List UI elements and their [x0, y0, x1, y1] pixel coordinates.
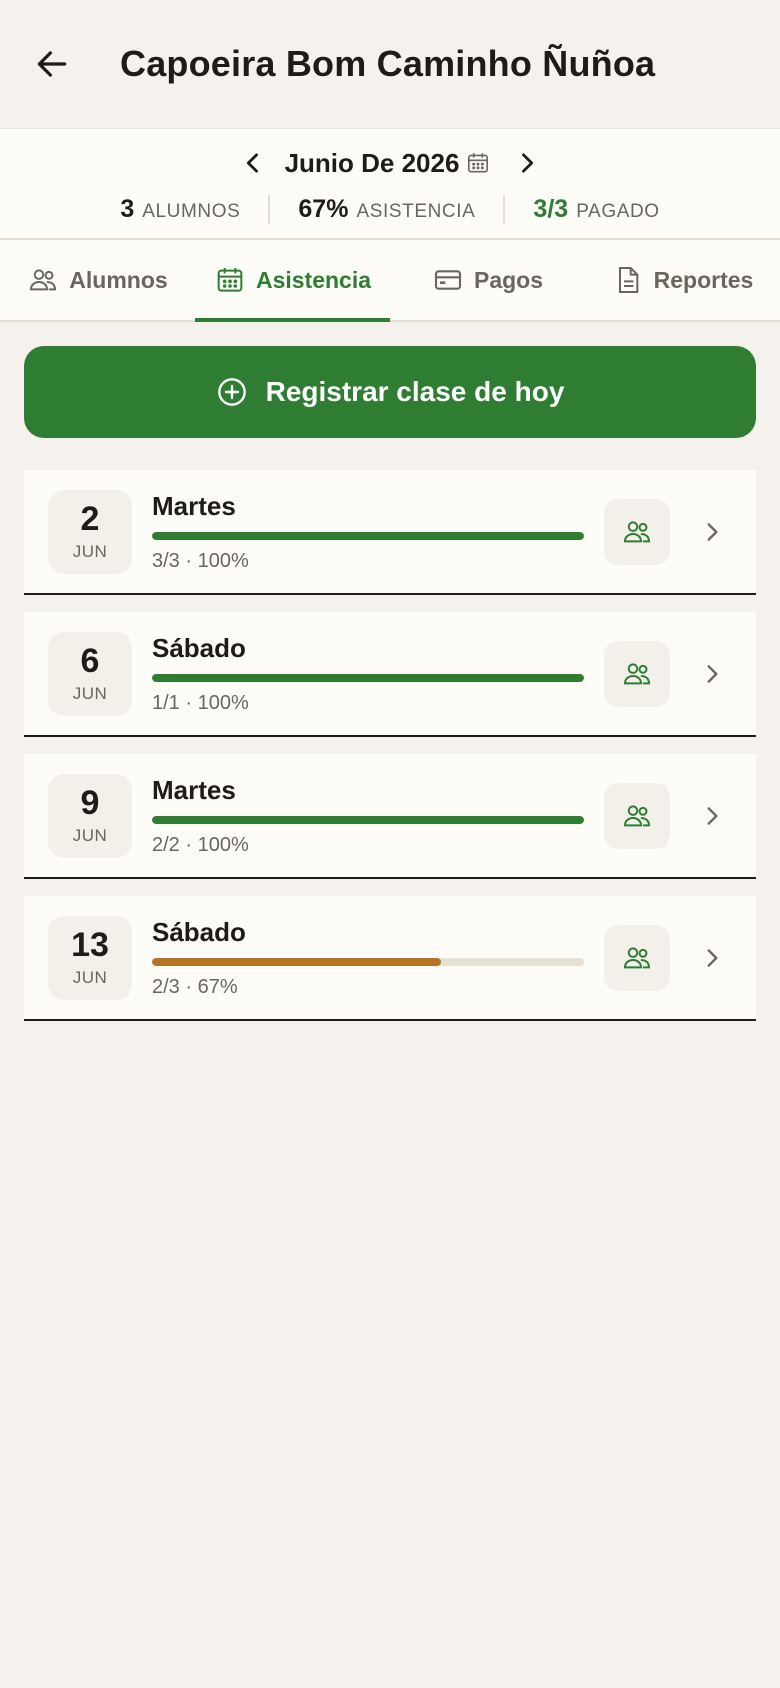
attendance-bar	[152, 531, 584, 540]
attendance-summary: 3/3 · 100%	[152, 549, 249, 572]
class-card[interactable]: 6 JUN Sábado 1/1 · 100%	[24, 612, 756, 737]
class-weekday: Sábado	[152, 632, 246, 663]
attendees-button[interactable]	[604, 782, 670, 849]
stats-row: 3 ALUMNOS 67% ASISTENCIA 3/3 PAGADO	[0, 189, 780, 229]
attendance-bar-fill	[152, 815, 584, 824]
attendees-button[interactable]	[604, 924, 670, 991]
date-day: 13	[71, 925, 109, 964]
chevron-right-icon	[692, 938, 732, 978]
class-weekday: Martes	[152, 490, 236, 521]
attendance-bar	[152, 673, 584, 682]
prev-month-button[interactable]	[235, 145, 271, 181]
stat-attendance-value: 67%	[298, 194, 349, 223]
date-month: JUN	[72, 967, 108, 987]
month-selector: Junio De 2026	[0, 129, 780, 189]
class-info: Sábado 1/1 · 100%	[152, 633, 584, 715]
stat-attendance: 67% ASISTENCIA	[268, 194, 503, 224]
attendance-bar	[152, 815, 584, 824]
class-info: Martes 3/3 · 100%	[152, 491, 584, 573]
class-weekday: Sábado	[152, 916, 246, 947]
plus-circle-icon	[217, 378, 246, 406]
date-day: 2	[80, 499, 100, 538]
calendar-picker-icon[interactable]	[465, 150, 491, 176]
users-icon	[623, 520, 651, 542]
attendees-button[interactable]	[604, 498, 670, 565]
users-icon	[623, 946, 651, 968]
attendance-summary: 1/1 · 100%	[152, 691, 249, 714]
chevron-right-icon	[692, 654, 732, 694]
stat-attendance-label: ASISTENCIA	[356, 200, 476, 222]
class-card[interactable]: 2 JUN Martes 3/3 · 100%	[24, 470, 756, 595]
date-badge: 13 JUN	[48, 915, 132, 1000]
date-month: JUN	[72, 541, 108, 561]
page-title: Capoeira Bom Caminho Ñuñoa	[120, 43, 656, 84]
users-icon	[623, 804, 651, 826]
attendance-summary: 2/3 · 67%	[152, 975, 238, 998]
app-root: Capoeira Bom Caminho Ñuñoa Junio De 2026…	[0, 0, 780, 1688]
tab-alumnos[interactable]: Alumnos	[0, 240, 195, 320]
tab-asistencia-label: Asistencia	[255, 266, 372, 293]
calendar-icon	[217, 268, 243, 292]
date-day: 9	[80, 783, 100, 822]
stat-students-label: ALUMNOS	[142, 200, 241, 222]
stat-paid-label: PAGADO	[576, 200, 660, 222]
chevron-right-icon	[692, 796, 732, 836]
date-month: JUN	[72, 825, 108, 845]
chevron-right-icon	[692, 512, 732, 552]
class-weekday: Martes	[152, 774, 236, 805]
stat-paid-value: 3/3	[533, 194, 569, 223]
users-icon	[30, 269, 57, 291]
users-icon	[623, 662, 651, 684]
attendance-bar-fill	[152, 673, 584, 682]
date-day: 6	[80, 641, 100, 680]
back-button[interactable]	[32, 44, 72, 84]
attendance-bar-fill	[152, 531, 584, 540]
next-month-button[interactable]	[509, 145, 545, 181]
register-class-button[interactable]: Registrar clase de hoy	[24, 346, 756, 438]
class-list: 2 JUN Martes 3/3 · 100% 6 JUN Sábado 1/1…	[24, 470, 756, 1021]
tab-pagos[interactable]: Pagos	[390, 240, 585, 320]
tab-alumnos-label: Alumnos	[69, 266, 168, 293]
tab-pagos-label: Pagos	[473, 266, 544, 293]
tab-reportes[interactable]: Reportes	[585, 240, 780, 320]
attendance-bar-fill	[152, 957, 442, 966]
tab-bar: Alumnos Asistencia Pagos Reportes	[0, 240, 780, 322]
class-card[interactable]: 9 JUN Martes 2/2 · 100%	[24, 754, 756, 879]
attendees-button[interactable]	[604, 640, 670, 707]
attendance-summary: 2/2 · 100%	[152, 833, 249, 856]
month-label[interactable]: Junio De 2026	[285, 148, 460, 179]
stat-students: 3 ALUMNOS	[92, 195, 268, 224]
tab-asistencia[interactable]: Asistencia	[195, 240, 390, 322]
document-icon	[618, 267, 638, 293]
credit-card-icon	[434, 270, 462, 290]
top-bar: Capoeira Bom Caminho Ñuñoa	[0, 0, 780, 128]
month-summary-panel: Junio De 2026 3 ALUMNOS 67% ASISTENCIA 3…	[0, 128, 780, 240]
register-class-label: Registrar clase de hoy	[265, 376, 565, 407]
attendance-bar	[152, 957, 584, 966]
date-badge: 9 JUN	[48, 773, 132, 858]
arrow-left-icon	[37, 51, 67, 77]
date-badge: 2 JUN	[48, 489, 132, 574]
date-badge: 6 JUN	[48, 631, 132, 716]
stat-paid: 3/3 PAGADO	[503, 194, 687, 224]
tab-reportes-label: Reportes	[653, 266, 754, 293]
date-month: JUN	[72, 683, 108, 703]
stat-students-value: 3	[120, 194, 135, 223]
chevron-right-icon	[522, 153, 534, 173]
class-info: Martes 2/2 · 100%	[152, 775, 584, 857]
chevron-left-icon	[246, 153, 258, 173]
class-card[interactable]: 13 JUN Sábado 2/3 · 67%	[24, 896, 756, 1021]
class-info: Sábado 2/3 · 67%	[152, 917, 584, 999]
